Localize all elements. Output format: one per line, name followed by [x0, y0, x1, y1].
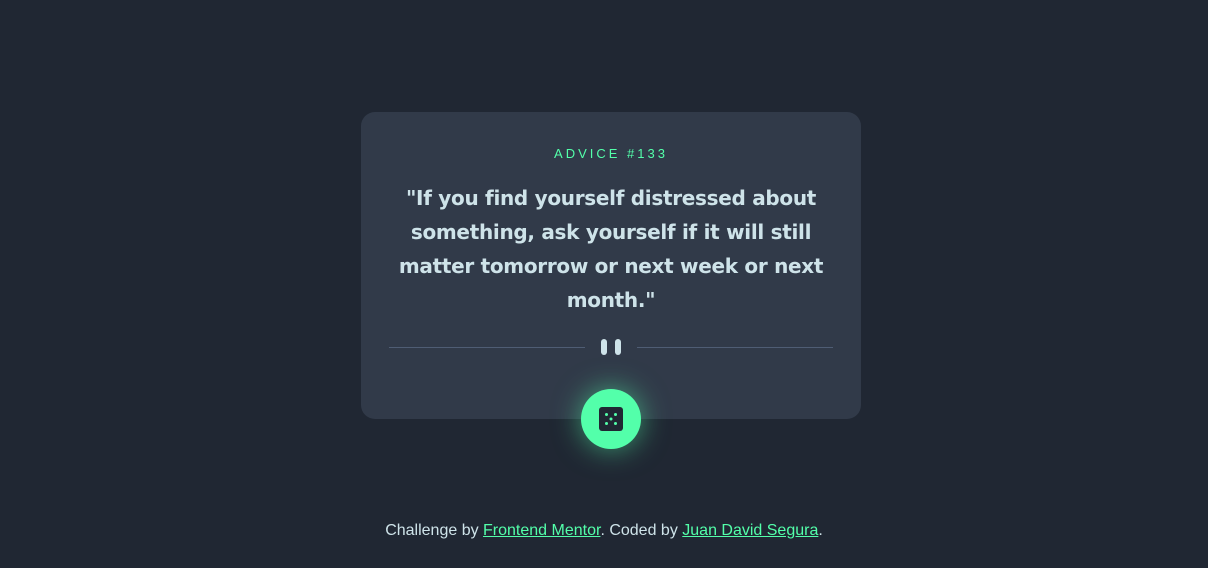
advice-card: ADVICE #133 "If you find yourself distre…: [361, 112, 861, 449]
new-advice-dice-button[interactable]: [581, 389, 641, 449]
author-link[interactable]: Juan David Segura: [682, 522, 818, 539]
advice-id-label: ADVICE #133: [554, 146, 668, 161]
footer-suffix: .: [818, 522, 823, 539]
divider-line-left: [389, 347, 585, 348]
frontend-mentor-link[interactable]: Frontend Mentor: [483, 522, 600, 539]
pattern-divider: [389, 338, 833, 356]
pause-icon: [601, 339, 621, 355]
footer-prefix: Challenge by: [385, 522, 484, 539]
divider-line-right: [637, 347, 833, 348]
pause-bar-right: [615, 339, 621, 355]
footer-middle: . Coded by: [600, 522, 683, 539]
dice-icon: [599, 407, 623, 431]
advice-quote: "If you find yourself distressed about s…: [398, 186, 824, 312]
pause-bar-left: [601, 339, 607, 355]
attribution-footer: Challenge by Frontend Mentor. Coded by J…: [0, 522, 1208, 540]
